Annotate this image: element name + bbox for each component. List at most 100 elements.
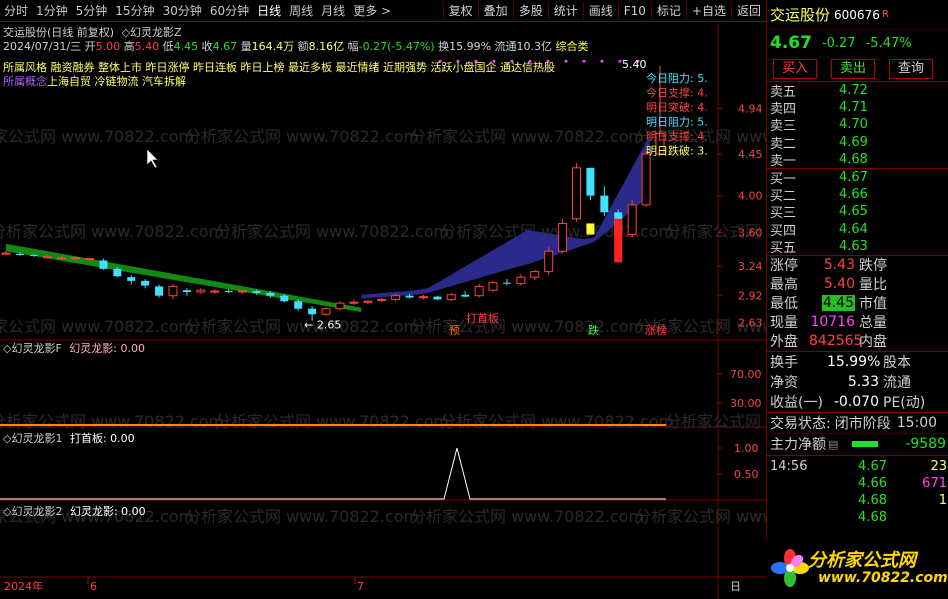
cloud-band-green [6, 243, 362, 313]
stat-row: 现量 10716 总量 [767, 313, 948, 332]
candle-body [391, 295, 401, 300]
stat-label-2: 量比 [859, 277, 887, 294]
order-book-row[interactable]: 买五 4.63 [767, 238, 948, 256]
candle-body [252, 291, 261, 293]
watermark-text: 分析家公式网 www.70822.com [0, 317, 194, 336]
stat-value-cell: 5.40 [809, 276, 855, 292]
flower-logo-icon [771, 549, 809, 587]
pane-1-tick-label: 70.00 [730, 368, 762, 381]
period-tab[interactable]: 周线 [285, 2, 317, 19]
watermark-text: 分析家公式网 www.70822.com [185, 127, 419, 146]
order-book-row[interactable]: 买一 4.67 [767, 169, 948, 188]
price-change-pct: -5.47% [865, 35, 912, 51]
stat-label-2: 总量 [859, 315, 887, 332]
order-level-label: 买一 [770, 172, 797, 188]
list-icon[interactable]: ▤ [828, 438, 838, 451]
candle-body [224, 291, 233, 293]
netflow-label: 主力净额 [770, 437, 826, 454]
pane-1-label[interactable]: ◇幻灵龙影F 幻灵龙影: 0.00 [3, 340, 145, 356]
order-book-row[interactable]: 卖二 4.69 [767, 134, 948, 152]
stat-label-2: 跌停 [859, 258, 887, 275]
pane-2-label[interactable]: ◇幻灵龙影1 打首板: 0.00 [3, 430, 135, 446]
finance-row: 净资 5.33 流通 [767, 372, 948, 392]
buy-button[interactable]: 买入 [773, 58, 818, 79]
period-tab[interactable]: 分时 [0, 2, 32, 19]
order-book-row[interactable]: 卖一 4.68 [767, 151, 948, 169]
tick-time: 14:56 [770, 458, 808, 474]
finance-value: 5.33 [847, 373, 879, 390]
candle-body [29, 254, 38, 256]
watermark-logo: 分析家公式网 www.70822.com [766, 540, 948, 599]
period-tab[interactable]: 30分钟 [159, 2, 206, 19]
tool-button[interactable]: 叠加 [477, 2, 513, 20]
stat-label: 最低 [770, 296, 798, 313]
tool-button[interactable]: 返回 [730, 2, 766, 20]
finance-row: 收益(一) -0.070 PE(动) [767, 392, 948, 412]
mouse-cursor-icon [146, 148, 159, 169]
pane-3-name: ◇幻灵龙影2 [3, 505, 63, 518]
watermark-text: 分析家公式网 www.70822.com [215, 412, 449, 431]
candle-body [141, 280, 150, 286]
signal-tag: 预 [449, 324, 460, 337]
signal-dot [564, 59, 568, 63]
candle-body [586, 167, 595, 196]
price-row: 4.67 -0.27 -5.47% [767, 30, 948, 56]
tool-button[interactable]: +自选 [685, 2, 731, 20]
watermark-text: 分析家公式网 www.70822.com [185, 317, 419, 336]
order-book-row[interactable]: 卖五 4.72 [767, 82, 948, 100]
candle-body [446, 294, 456, 300]
order-level-price: 4.68 [839, 151, 868, 167]
order-level-label: 买四 [770, 223, 797, 239]
y-tick-label: 4.00 [738, 190, 763, 203]
order-level-price: 4.66 [839, 187, 868, 203]
tick-volume: 671 [922, 475, 947, 491]
stat-row: 最低 4.45 市值 [767, 294, 948, 313]
query-button[interactable]: 查询 [889, 58, 934, 79]
period-tab[interactable]: 15分钟 [111, 2, 158, 19]
period-tab[interactable]: 更多 > [349, 2, 395, 19]
period-tab[interactable]: 5分钟 [72, 2, 112, 19]
watermark-text: 分析家公式网 www.70822.com [215, 222, 449, 241]
tick-price: 4.66 [858, 475, 887, 491]
candle-body [377, 298, 387, 301]
stat-value: 5.43 [823, 257, 855, 274]
order-book-row[interactable]: 买二 4.66 [767, 186, 948, 204]
tool-button[interactable]: 标记 [650, 2, 686, 20]
trade-status-time: 15:00 [896, 414, 938, 431]
stat-value: 4.45 [821, 295, 855, 312]
tool-button[interactable]: 画线 [582, 2, 618, 20]
netflow-row: 主力净额 ▤ -9589 [767, 434, 948, 456]
tick-price: 4.67 [858, 458, 887, 474]
order-book-row[interactable]: 卖四 4.71 [767, 99, 948, 117]
order-book-row[interactable]: 买四 4.64 [767, 221, 948, 239]
period-tab[interactable]: 60分钟 [206, 2, 253, 19]
pane-2-signal-line [0, 447, 666, 500]
sell-button[interactable]: 卖出 [831, 58, 876, 79]
order-book-row[interactable]: 卖三 4.70 [767, 116, 948, 134]
stat-label-2: 市值 [859, 296, 887, 313]
tool-button[interactable]: 多股 [512, 2, 548, 20]
tool-button[interactable]: 复权 [442, 2, 478, 20]
tool-button[interactable]: F10 [617, 2, 651, 20]
tool-buttons: 复权 叠加 多股 统计 画线 F10 标记 +自选 返回 [442, 0, 766, 22]
candle-body [43, 256, 53, 259]
candle-body [600, 195, 609, 213]
trade-buttons: 买入 卖出 查询 [767, 56, 948, 82]
signal-tag: 打首板 [466, 311, 499, 325]
candle-body [627, 204, 637, 236]
kline-chart-area[interactable]: 分析家公式网 www.70822.com分析家公式网 www.70822.com… [0, 22, 766, 599]
candle-body [418, 296, 428, 299]
pane-2-tick-label: 0.50 [734, 468, 759, 481]
order-book-row[interactable]: 买三 4.65 [767, 203, 948, 221]
tool-button[interactable]: 统计 [547, 2, 583, 20]
order-level-price: 4.71 [839, 100, 868, 116]
watermark-text: 分析家公式网 www.70822.com [665, 412, 766, 431]
period-tab[interactable]: 日线 [253, 2, 285, 19]
period-tab[interactable]: 月线 [317, 2, 349, 19]
period-tab[interactable]: 1分钟 [32, 2, 72, 19]
turn-label: 换 [438, 40, 450, 53]
pane-3-label[interactable]: ◇幻灵龙影2 幻灵龙影: 0.00 [3, 503, 146, 519]
tick-volume: 1 [938, 492, 947, 508]
netflow-bar [852, 441, 879, 448]
price-change: -0.27 [821, 35, 856, 51]
